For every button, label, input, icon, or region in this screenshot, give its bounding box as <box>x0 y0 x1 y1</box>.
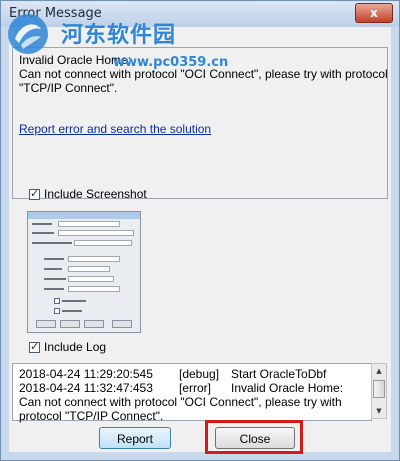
scroll-up-icon[interactable]: ▲ <box>372 364 386 378</box>
log-timestamp: 2018-04-24 11:32:47:453 <box>19 381 153 395</box>
window-close-button[interactable]: x <box>355 3 393 23</box>
log-level: [error] <box>179 381 212 395</box>
error-message-line: "TCP/IP Connect". <box>19 81 118 95</box>
dialog-body: Invalid Oracle Home: Can not connect wit… <box>9 27 391 454</box>
close-button-highlight <box>205 420 303 454</box>
log-textarea[interactable]: 2018-04-24 11:29:20:545 [debug] Start Or… <box>12 363 372 423</box>
report-button[interactable]: Report <box>99 427 171 449</box>
checkmark-icon: ✓ <box>30 187 40 200</box>
log-entry: 2018-04-24 11:29:20:545 [debug] Start Or… <box>19 367 342 381</box>
watermark-logo-icon <box>8 14 48 54</box>
include-log-checkbox[interactable]: ✓ <box>29 340 40 353</box>
log-content: 2018-04-24 11:29:20:545 [debug] Start Or… <box>19 367 344 423</box>
screenshot-thumbnail <box>27 211 141 333</box>
log-entry: 2018-04-24 11:32:47:453 [error] Invalid … <box>19 381 344 395</box>
scrollbar-thumb[interactable] <box>373 380 385 398</box>
include-screenshot-row[interactable]: ✓ Include Screenshot <box>29 187 147 201</box>
error-dialog: Error Message x Invalid Oracle Home: Can… <box>0 0 400 461</box>
include-log-label: Include Log <box>44 340 107 354</box>
log-message: Invalid Oracle Home: <box>231 381 344 395</box>
watermark-url: www.pc0359.cn <box>113 55 229 70</box>
include-screenshot-label: Include Screenshot <box>44 187 147 201</box>
checkmark-icon: ✓ <box>30 340 40 353</box>
log-message: Start OracleToDbf <box>231 367 327 381</box>
log-level: [debug] <box>179 367 220 381</box>
include-log-row[interactable]: ✓ Include Log <box>29 340 106 354</box>
log-timestamp: 2018-04-24 11:29:20:545 <box>19 367 153 381</box>
include-screenshot-checkbox[interactable]: ✓ <box>29 187 40 200</box>
scroll-down-icon[interactable]: ▼ <box>372 404 386 418</box>
watermark: 河东软件园 www.pc0359.cn <box>5 11 245 71</box>
watermark-site-name: 河东软件园 <box>61 23 177 48</box>
log-scrollbar[interactable]: ▲ ▼ <box>371 363 387 419</box>
log-continuation: Can not connect with protocol "OCI Conne… <box>19 395 342 409</box>
report-error-link[interactable]: Report error and search the solution <box>19 122 211 136</box>
